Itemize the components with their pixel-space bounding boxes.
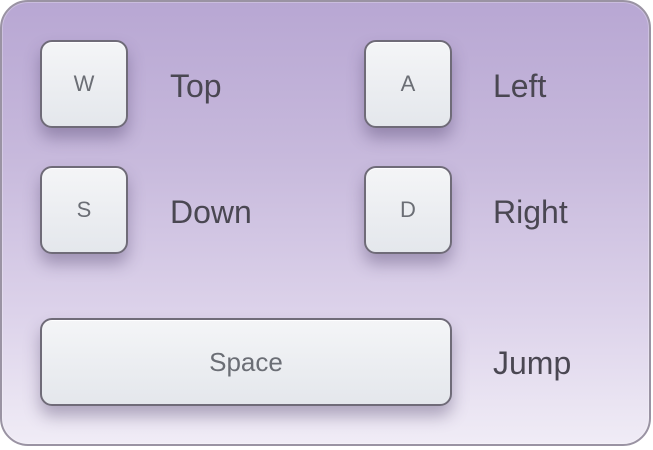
key-d[interactable]: D xyxy=(364,166,452,254)
action-down-label: Down xyxy=(170,194,252,230)
key-w[interactable]: W xyxy=(40,40,128,128)
key-d-label: D xyxy=(400,197,416,222)
key-space-label: Space xyxy=(209,346,283,377)
action-right-label: Right xyxy=(493,194,568,230)
key-space[interactable]: Space xyxy=(40,318,452,406)
key-a[interactable]: A xyxy=(364,40,452,128)
key-s-label: S xyxy=(76,197,92,222)
action-jump-label: Jump xyxy=(493,345,572,381)
key-a-label: A xyxy=(400,71,416,96)
action-top-label: Top xyxy=(170,68,222,104)
key-w-label: W xyxy=(73,71,95,96)
action-left-label: Left xyxy=(493,68,547,104)
key-s[interactable]: S xyxy=(40,166,128,254)
controls-panel: W Top A Left S Down D Right Space Jump xyxy=(0,0,651,446)
